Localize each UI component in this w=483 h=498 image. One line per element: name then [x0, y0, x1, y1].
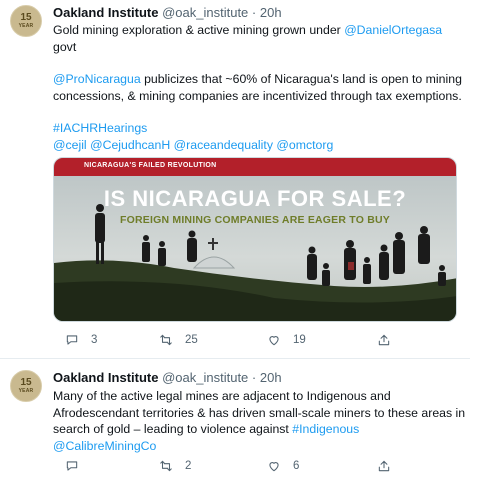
- avatar[interactable]: 15 YEAR: [10, 5, 42, 37]
- tweet-header: Oakland Institute @oak_institute · 20h: [53, 5, 282, 20]
- retweet-count: 25: [185, 334, 198, 346]
- like-count: 6: [293, 460, 300, 472]
- share-button[interactable]: [377, 333, 391, 347]
- retweet-icon: [160, 334, 172, 346]
- tweet-actions: 2 6: [53, 459, 463, 479]
- reply-button[interactable]: 3: [65, 333, 97, 347]
- reply-button[interactable]: [65, 459, 91, 473]
- author-handle[interactable]: @oak_institute: [162, 370, 248, 385]
- mention-link[interactable]: @DanielOrtegasa: [344, 23, 442, 37]
- avatar-number: 15: [20, 12, 32, 23]
- share-button[interactable]: [377, 459, 391, 473]
- retweet-icon: [160, 460, 172, 472]
- media-headline: IS NICARAGUA FOR SALE?: [103, 186, 407, 211]
- mention-link[interactable]: @CalibreMiningCo: [53, 439, 156, 453]
- mentions-links[interactable]: @cejil @CejudhcanH @raceandequality @omc…: [53, 138, 333, 152]
- reply-icon: [66, 335, 78, 345]
- text-segment: govt: [53, 39, 77, 54]
- like-button[interactable]: 6: [267, 459, 299, 473]
- heart-icon: [269, 462, 279, 472]
- reply-icon: [66, 461, 78, 471]
- hashtag-link[interactable]: #Indigenous: [292, 422, 359, 436]
- separator: ·: [251, 370, 257, 385]
- timestamp[interactable]: 20h: [260, 370, 282, 385]
- text-segment: Many of the active legal mines are adjac…: [53, 389, 466, 436]
- tweet-divider: [0, 358, 470, 359]
- retweet-count: 2: [185, 460, 192, 472]
- author-name[interactable]: Oakland Institute: [53, 5, 158, 20]
- avatar-number: 15: [20, 377, 32, 388]
- tweet[interactable]: 15 YEAR Oakland Institute @oak_institute…: [0, 360, 470, 498]
- retweet-button[interactable]: 2: [159, 459, 191, 473]
- retweet-button[interactable]: 25: [159, 333, 198, 347]
- timestamp[interactable]: 20h: [260, 5, 282, 20]
- media-banner-text: NICARAGUA'S FAILED REVOLUTION: [84, 162, 217, 169]
- reply-count: 3: [91, 334, 98, 346]
- heart-icon: [269, 336, 279, 346]
- share-icon: [378, 334, 390, 346]
- author-handle[interactable]: @oak_institute: [162, 5, 248, 20]
- tweet-header: Oakland Institute @oak_institute · 20h: [53, 370, 282, 385]
- avatar-caption: YEAR: [18, 388, 34, 394]
- media-image[interactable]: NICARAGUA'S FAILED REVOLUTION IS NICARAG…: [53, 157, 457, 322]
- mention-link[interactable]: @ProNicaragua: [53, 72, 141, 86]
- tweet-text: Many of the active legal mines are adjac…: [53, 388, 468, 454]
- text-segment: Gold mining exploration & active mining …: [53, 23, 345, 37]
- media-subheadline: FOREIGN MINING COMPANIES ARE EAGER TO BU…: [120, 214, 390, 226]
- hashtag-link[interactable]: #IACHRHearings: [53, 121, 147, 135]
- share-icon: [378, 460, 390, 472]
- avatar-caption: YEAR: [18, 23, 34, 29]
- media-banner: NICARAGUA'S FAILED REVOLUTION: [54, 158, 456, 176]
- tweet-actions: 3 25 19: [53, 333, 463, 353]
- photo-illustration: [54, 158, 456, 321]
- tweet-text: Gold mining exploration & active mining …: [53, 22, 468, 153]
- author-name[interactable]: Oakland Institute: [53, 370, 158, 385]
- tweet[interactable]: 15 YEAR Oakland Institute @oak_institute…: [0, 0, 470, 350]
- like-button[interactable]: 19: [267, 333, 306, 347]
- like-count: 19: [293, 334, 306, 346]
- avatar[interactable]: 15 YEAR: [10, 370, 42, 402]
- separator: ·: [251, 5, 257, 20]
